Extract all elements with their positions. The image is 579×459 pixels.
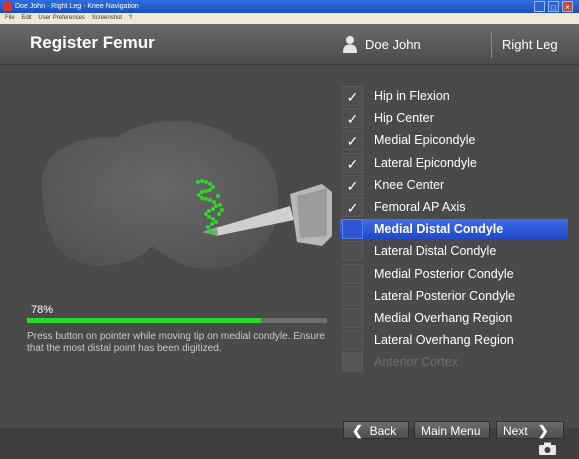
checkmark-icon: ✓ [342, 174, 363, 195]
checklist-item-label: Medial Epicondyle [374, 133, 476, 148]
checklist-item-label: Lateral Overhang Region [374, 333, 514, 348]
checklist-item: Anterior Cortex [340, 352, 568, 373]
app-icon [3, 2, 12, 11]
checklist-item[interactable]: Lateral Distal Condyle [340, 241, 568, 262]
femur-3d-view[interactable] [22, 96, 332, 286]
header-divider [491, 32, 492, 58]
checkbox [342, 285, 363, 306]
menu-help[interactable]: ? [129, 15, 132, 21]
progress-percent: 78% [31, 304, 54, 316]
progress-bar [27, 318, 327, 323]
checklist-item[interactable]: ✓ Hip Center [340, 108, 568, 129]
checklist-item[interactable]: ✓ Hip in Flexion [340, 86, 568, 106]
checklist-item[interactable]: ✓ Knee Center [340, 174, 568, 195]
checkmark-icon: ✓ [342, 152, 363, 173]
window-title: Doe John · Right Leg · Knee Navigation [15, 3, 139, 10]
checkmark-icon: ✓ [342, 86, 363, 106]
chevron-right-icon: ❯ [537, 423, 549, 438]
close-button[interactable]: × [562, 1, 573, 12]
menu-file[interactable]: File [5, 15, 15, 21]
user-name: Doe John [365, 37, 421, 52]
main-menu-button[interactable]: Main Menu [414, 421, 490, 439]
checkbox [342, 352, 363, 373]
chevron-left-icon: ❮ [352, 423, 363, 438]
checklist-item[interactable]: Lateral Overhang Region [340, 330, 568, 351]
menu-edit[interactable]: Edit [21, 15, 31, 21]
progress-fill [27, 318, 261, 323]
checkbox [342, 241, 363, 262]
user-icon [343, 36, 357, 53]
checklist-item-label: Medial Overhang Region [374, 310, 513, 325]
checklist-item-label: Lateral Epicondyle [374, 155, 477, 170]
page-title: Register Femur [30, 33, 155, 52]
checkbox [342, 330, 363, 351]
checklist-item-label: Lateral Distal Condyle [374, 244, 497, 259]
leg-label: Right Leg [502, 37, 558, 52]
checklist-item[interactable]: Lateral Posterior Condyle [340, 285, 568, 306]
checkbox [342, 307, 363, 328]
footer-bar [0, 428, 579, 459]
checklist-item-label: Medial Distal Condyle [374, 222, 504, 237]
back-label: Back [369, 424, 397, 438]
checkbox [342, 219, 363, 240]
checklist-item[interactable]: ✓ Femoral AP Axis [340, 196, 568, 217]
checklist-item[interactable]: Medial Overhang Region [340, 307, 568, 328]
checkmark-icon: ✓ [342, 108, 363, 129]
maximize-button[interactable]: □ [548, 1, 559, 12]
back-button[interactable]: ❮ Back [343, 421, 409, 439]
camera-icon[interactable] [539, 442, 556, 455]
checklist-item[interactable]: ✓ Medial Epicondyle [340, 130, 568, 151]
instruction-text: Press button on pointer while moving tip… [27, 331, 325, 354]
next-button[interactable]: Next ❯ [496, 421, 564, 439]
checklist-item-label: Hip in Flexion [374, 89, 450, 103]
minimize-button[interactable]: _ [534, 1, 545, 12]
menu-user-preferences[interactable]: User Preferences [38, 15, 85, 21]
checklist-item-label: Anterior Cortex [374, 355, 459, 370]
checklist-item-label: Hip Center [374, 111, 434, 126]
checklist-item-label: Lateral Posterior Condyle [374, 288, 516, 303]
checklist-item[interactable]: ✓ Lateral Epicondyle [340, 152, 568, 173]
next-label: Next [503, 424, 528, 438]
app-header: Register Femur Doe John Right Leg [0, 24, 579, 65]
window-titlebar: Doe John · Right Leg · Knee Navigation _… [0, 0, 579, 13]
checklist-item[interactable]: Medial Posterior Condyle [340, 263, 568, 284]
checklist-item-label: Medial Posterior Condyle [374, 266, 514, 281]
menu-bar: File Edit User Preferences Screenshot ? [0, 13, 579, 24]
checkmark-icon: ✓ [342, 196, 363, 217]
checklist-item[interactable]: Medial Distal Condyle [340, 219, 568, 240]
menu-screenshot[interactable]: Screenshot [92, 15, 122, 21]
checkmark-icon: ✓ [342, 130, 363, 151]
checkbox [342, 263, 363, 284]
registration-checklist: ✓ Hip in Flexion ✓ Hip Center ✓ Medial Epicon… [340, 86, 568, 374]
checklist-item-label: Femoral AP Axis [374, 199, 466, 214]
checklist-item-label: Knee Center [374, 177, 445, 192]
